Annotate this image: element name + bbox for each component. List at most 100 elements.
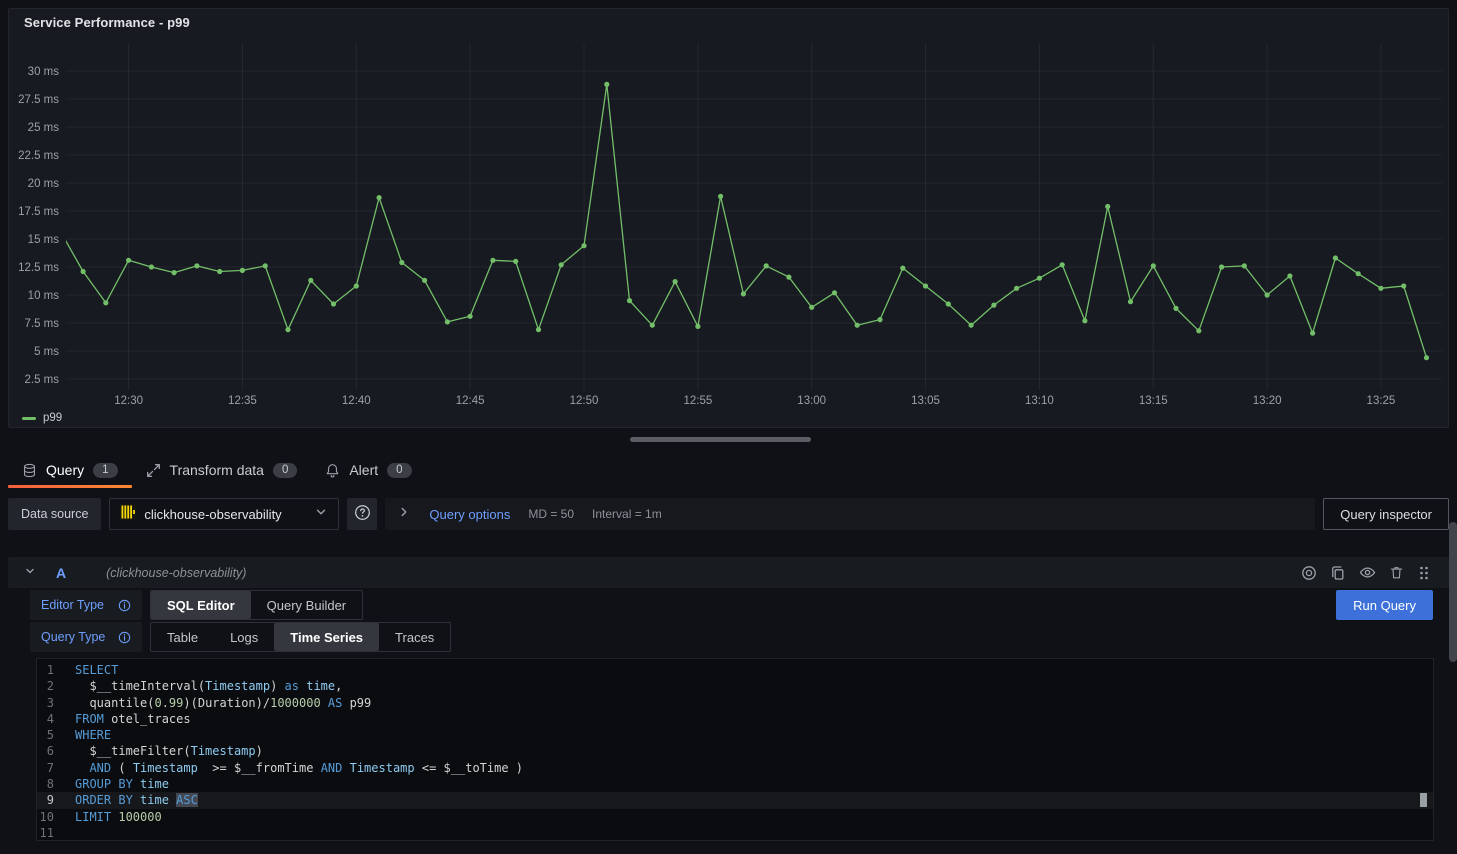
tab-count-badge: 0	[387, 463, 411, 478]
svg-text:20 ms: 20 ms	[28, 178, 60, 190]
line-number: 4	[37, 711, 75, 727]
editor-type-label-box: Editor Type	[30, 590, 142, 620]
editor-tabbar: Query 1 Transform data 0 Alert 0	[8, 455, 426, 488]
sql-line: 7 AND ( Timestamp >= $__fromTime AND Tim…	[37, 760, 1433, 776]
datasource-row: Data source clickhouse-observability Que…	[8, 498, 1449, 530]
svg-text:13:20: 13:20	[1253, 395, 1282, 407]
vertical-scrollbar-thumb[interactable]	[1449, 522, 1457, 662]
sql-line: 8GROUP BY time	[37, 776, 1433, 792]
editor-type-option-query-builder[interactable]: Query Builder	[251, 591, 362, 619]
max-data-points-value: MD = 50	[528, 507, 574, 521]
query-inspector-button[interactable]: Query inspector	[1323, 498, 1449, 530]
query-type-option-table[interactable]: Table	[151, 623, 214, 651]
line-number: 2	[37, 678, 75, 694]
editor-type-row: Editor Type SQL EditorQuery Builder	[30, 590, 1449, 620]
query-type-group: TableLogsTime SeriesTraces	[150, 622, 451, 652]
sql-line-content: FROM otel_traces	[75, 711, 191, 727]
sql-line: 10LIMIT 100000	[37, 809, 1433, 825]
drag-handle-icon[interactable]	[1417, 565, 1431, 581]
timeseries-chart[interactable]: 2.5 ms5 ms7.5 ms10 ms12.5 ms15 ms17.5 ms…	[9, 9, 1448, 427]
run-query-button[interactable]: Run Query	[1336, 590, 1433, 620]
legend-series-swatch	[22, 417, 36, 420]
tab-alert[interactable]: Alert 0	[311, 455, 425, 488]
chart-legend: p99	[22, 412, 62, 424]
svg-text:13:00: 13:00	[797, 395, 826, 407]
query-type-option-logs[interactable]: Logs	[214, 623, 274, 651]
svg-text:12.5 ms: 12.5 ms	[18, 262, 59, 274]
svg-text:12:35: 12:35	[228, 395, 257, 407]
eye-icon[interactable]	[1359, 564, 1376, 581]
svg-text:5 ms: 5 ms	[34, 346, 59, 358]
svg-text:22.5 ms: 22.5 ms	[18, 150, 59, 162]
sql-line: 1SELECT	[37, 662, 1433, 678]
tab-label: Transform data	[170, 462, 264, 478]
chevron-right-icon	[397, 505, 411, 524]
line-number: 10	[37, 809, 75, 825]
sql-line-content: WHERE	[75, 727, 111, 743]
legend-item-p99[interactable]: p99	[22, 412, 62, 424]
query-row-actions	[1301, 564, 1439, 581]
svg-text:13:10: 13:10	[1025, 395, 1054, 407]
collapse-query-button[interactable]	[18, 564, 42, 582]
sql-line-content: $__timeInterval(Timestamp) as time,	[75, 678, 342, 694]
sql-line-content: AND ( Timestamp >= $__fromTime AND Times…	[75, 760, 523, 776]
query-options-link[interactable]: Query options	[429, 507, 510, 522]
svg-text:12:55: 12:55	[683, 395, 712, 407]
line-number: 3	[37, 695, 75, 711]
svg-text:12:40: 12:40	[342, 395, 371, 407]
query-type-row: Query Type TableLogsTime SeriesTraces	[30, 622, 1449, 652]
editor-type-option-sql-editor[interactable]: SQL Editor	[151, 591, 251, 619]
trash-icon[interactable]	[1389, 565, 1404, 580]
svg-text:27.5 ms: 27.5 ms	[18, 94, 59, 106]
sql-line-content: SELECT	[75, 662, 118, 678]
editor-cursor-marker	[1420, 793, 1427, 807]
tab-label: Query	[46, 462, 84, 478]
datasource-help-button[interactable]	[347, 498, 377, 530]
svg-text:25 ms: 25 ms	[28, 122, 60, 134]
line-number: 7	[37, 760, 75, 776]
query-datasource-note: (clickhouse-observability)	[106, 566, 246, 580]
legend-series-label: p99	[43, 412, 62, 424]
query-ref-id: A	[56, 565, 66, 581]
sql-editor[interactable]: 1SELECT2 $__timeInterval(Timestamp) as t…	[36, 658, 1434, 841]
editor-type-group: SQL EditorQuery Builder	[150, 590, 363, 620]
tab-count-badge: 1	[93, 463, 117, 478]
svg-text:17.5 ms: 17.5 ms	[18, 206, 59, 218]
help-circle-icon	[354, 504, 371, 524]
svg-text:15 ms: 15 ms	[28, 234, 60, 246]
line-number: 11	[37, 825, 75, 841]
sql-editor-lines: 1SELECT2 $__timeInterval(Timestamp) as t…	[37, 662, 1433, 841]
query-options-bar[interactable]: Query options MD = 50 Interval = 1m	[385, 498, 1315, 530]
tab-count-badge: 0	[273, 463, 297, 478]
svg-text:13:25: 13:25	[1367, 395, 1396, 407]
query-type-label-box: Query Type	[30, 622, 142, 652]
database-icon	[22, 463, 37, 478]
sql-line-content: GROUP BY time	[75, 776, 169, 792]
sql-line: 3 quantile(0.99)(Duration)/1000000 AS p9…	[37, 695, 1433, 711]
info-circle-icon[interactable]	[118, 599, 131, 612]
query-type-option-traces[interactable]: Traces	[379, 623, 450, 651]
sql-line-content: ORDER BY time ASC	[75, 792, 198, 808]
svg-text:2.5 ms: 2.5 ms	[24, 374, 59, 386]
tab-transform-data[interactable]: Transform data 0	[132, 455, 312, 488]
panel-title: Service Performance - p99	[24, 15, 190, 30]
sql-line: 5WHERE	[37, 727, 1433, 743]
tab-label: Alert	[349, 462, 378, 478]
line-number: 1	[37, 662, 75, 678]
sql-line-content: quantile(0.99)(Duration)/1000000 AS p99	[75, 695, 371, 711]
svg-text:12:30: 12:30	[114, 395, 143, 407]
svg-text:7.5 ms: 7.5 ms	[24, 318, 59, 330]
tab-query[interactable]: Query 1	[8, 455, 132, 488]
interval-value: Interval = 1m	[592, 507, 662, 521]
line-number: 8	[37, 776, 75, 792]
horizontal-scrollbar-thumb[interactable]	[630, 437, 811, 442]
copy-icon[interactable]	[1330, 565, 1346, 581]
query-type-option-time-series[interactable]: Time Series	[274, 623, 379, 651]
sql-line: 2 $__timeInterval(Timestamp) as time,	[37, 678, 1433, 694]
clickhouse-logo-icon	[120, 504, 136, 525]
record-circle-icon[interactable]	[1301, 565, 1317, 581]
line-number: 5	[37, 727, 75, 743]
transform-icon	[146, 463, 161, 478]
datasource-picker[interactable]: clickhouse-observability	[109, 498, 339, 530]
info-circle-icon[interactable]	[118, 631, 131, 644]
